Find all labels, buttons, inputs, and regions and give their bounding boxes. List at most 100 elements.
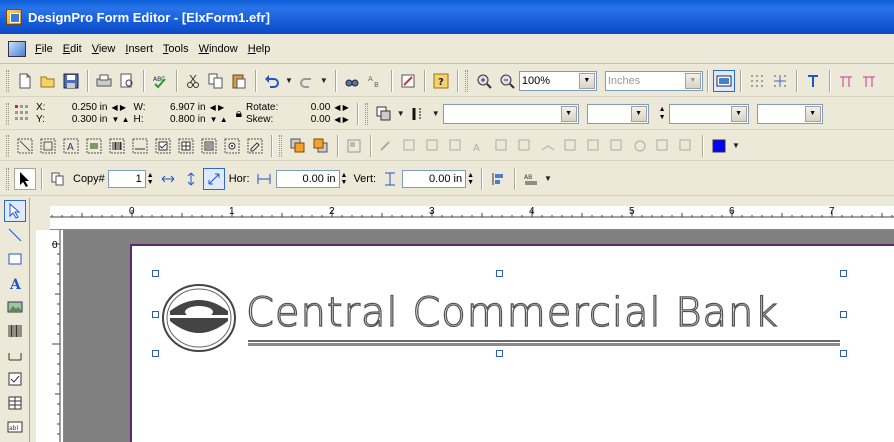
rotate-value[interactable]: 0.00: [278, 102, 330, 114]
diagonal-arrows-icon[interactable]: [202, 167, 225, 190]
chevron-down-icon[interactable]: ▼: [730, 105, 747, 122]
copy-icon[interactable]: [205, 70, 227, 92]
x-spin-icon[interactable]: ◀ ▶: [111, 102, 129, 114]
menu-tools[interactable]: Tools: [158, 39, 194, 59]
textbox-draw-icon[interactable]: abl: [4, 416, 26, 438]
hor-spacing-icon[interactable]: [253, 168, 275, 190]
menu-edit[interactable]: Edit: [58, 39, 87, 59]
print-preview-icon[interactable]: [116, 70, 138, 92]
selection-handle[interactable]: [152, 311, 159, 318]
copy-multiple-icon[interactable]: [47, 168, 69, 190]
vert-spin-icon[interactable]: ▲ ▼: [467, 172, 474, 186]
grid-icon[interactable]: [746, 70, 768, 92]
y-spin-icon[interactable]: ▼ ▲: [111, 114, 129, 126]
w-spin-icon[interactable]: ◀ ▶: [210, 102, 228, 114]
align-objects-icon[interactable]: [487, 168, 509, 190]
vert-spacing-icon[interactable]: [379, 168, 401, 190]
redo-dropdown-icon[interactable]: ▼: [320, 76, 328, 85]
zoom-out-icon[interactable]: [496, 70, 518, 92]
text-tool-icon[interactable]: A: [60, 135, 82, 157]
font-size-select[interactable]: ▼: [586, 103, 649, 124]
rotate-right-icon[interactable]: [652, 135, 674, 157]
radio-tool-icon[interactable]: [221, 135, 243, 157]
selection-handle[interactable]: [840, 311, 847, 318]
find-icon[interactable]: [341, 70, 363, 92]
selection-handle[interactable]: [840, 270, 847, 277]
barcode-tool-icon[interactable]: [106, 135, 128, 157]
signature-tool-icon[interactable]: [244, 135, 266, 157]
sequence-icon[interactable]: AB: [520, 168, 542, 190]
rectangle-tool-icon[interactable]: [37, 135, 59, 157]
line-width-icon[interactable]: [408, 103, 430, 125]
table-tool-icon[interactable]: [175, 135, 197, 157]
select-tool-icon[interactable]: [4, 200, 26, 222]
menu-file[interactable]: File: [30, 39, 58, 59]
fill-color-icon[interactable]: [708, 135, 730, 157]
barcode-draw-icon[interactable]: [4, 320, 26, 342]
copy-count-field[interactable]: 1: [107, 169, 146, 188]
menu-view[interactable]: View: [87, 39, 121, 59]
checkbox-draw-icon[interactable]: [4, 368, 26, 390]
zoom-select[interactable]: 100% ▼: [518, 70, 597, 91]
copy-spin-icon[interactable]: ▲ ▼: [147, 172, 154, 186]
print-icon[interactable]: [93, 70, 115, 92]
pattern-dropdown-icon[interactable]: ▼: [397, 109, 405, 118]
replace-icon[interactable]: AB: [364, 70, 386, 92]
spell-check-icon[interactable]: ABC: [149, 70, 171, 92]
open-icon[interactable]: [37, 70, 59, 92]
selection-handle[interactable]: [152, 270, 159, 277]
guide-add-icon[interactable]: [858, 70, 880, 92]
document-icon[interactable]: [8, 40, 26, 57]
menu-window[interactable]: Window: [194, 39, 243, 59]
chevron-down-icon[interactable]: ▼: [630, 105, 647, 122]
spacing-select[interactable]: ▼: [668, 103, 749, 124]
horizontal-arrows-icon[interactable]: [157, 168, 179, 190]
chevron-down-icon[interactable]: ▼: [560, 105, 577, 122]
h-spin-icon[interactable]: ▼ ▲: [210, 114, 228, 126]
xy-spinners[interactable]: ◀ ▶ ▼ ▲: [111, 102, 129, 126]
hor-spin-icon[interactable]: ▲ ▼: [341, 172, 348, 186]
fill-color-dropdown-icon[interactable]: ▼: [732, 141, 740, 150]
selection-handle[interactable]: [496, 270, 503, 277]
h-value[interactable]: 0.800 in: [154, 114, 206, 126]
snap-grid-icon[interactable]: [769, 70, 791, 92]
pattern-icon[interactable]: [373, 103, 395, 125]
redo-icon[interactable]: [296, 70, 318, 92]
text-draw-icon[interactable]: A: [4, 272, 26, 294]
vertical-arrows-icon[interactable]: [180, 168, 202, 190]
toolbar-grip[interactable]: [279, 134, 282, 157]
pointer-icon[interactable]: [14, 167, 36, 190]
selection-handle[interactable]: [840, 350, 847, 357]
skew-spin-icon[interactable]: ◀ ▶: [334, 114, 349, 126]
x-value[interactable]: 0.250 in: [55, 102, 108, 114]
align-center-icon[interactable]: A: [468, 135, 490, 157]
skew-value[interactable]: 0.00: [278, 114, 330, 126]
toolbar-grip[interactable]: [464, 69, 468, 92]
paste-icon[interactable]: [228, 70, 250, 92]
units-select[interactable]: Inches ▼: [604, 70, 703, 91]
align-left-icon[interactable]: [376, 135, 398, 157]
y-value[interactable]: 0.300 in: [55, 114, 108, 126]
table-draw-icon[interactable]: [4, 392, 26, 414]
align-bottom-icon[interactable]: [445, 135, 467, 157]
wh-spinners[interactable]: ◀ ▶ ▼ ▲: [210, 102, 228, 126]
undo-dropdown-icon[interactable]: ▼: [285, 76, 293, 85]
center-page-icon[interactable]: [606, 135, 628, 157]
distribute-h-icon[interactable]: [491, 135, 513, 157]
properties-icon[interactable]: [397, 70, 419, 92]
text-cursor-icon[interactable]: [802, 70, 824, 92]
spin-icon[interactable]: ▲ ▼: [659, 106, 666, 122]
menu-insert[interactable]: Insert: [120, 39, 158, 59]
vertical-ruler[interactable]: 0: [36, 230, 64, 442]
style-select[interactable]: ▼: [756, 103, 823, 124]
font-select[interactable]: ▼: [442, 103, 579, 124]
toolbar-grip[interactable]: [6, 134, 9, 157]
guide-icon[interactable]: [835, 70, 857, 92]
field-tool-icon[interactable]: [129, 135, 151, 157]
horizontal-ruler[interactable]: 0 1 2 3 4 5 6 7: [50, 200, 894, 230]
rotate-left-icon[interactable]: [629, 135, 651, 157]
send-back-icon[interactable]: [310, 135, 332, 157]
selection-handle[interactable]: [496, 350, 503, 357]
new-icon[interactable]: [14, 70, 36, 92]
align-top-icon[interactable]: [422, 135, 444, 157]
